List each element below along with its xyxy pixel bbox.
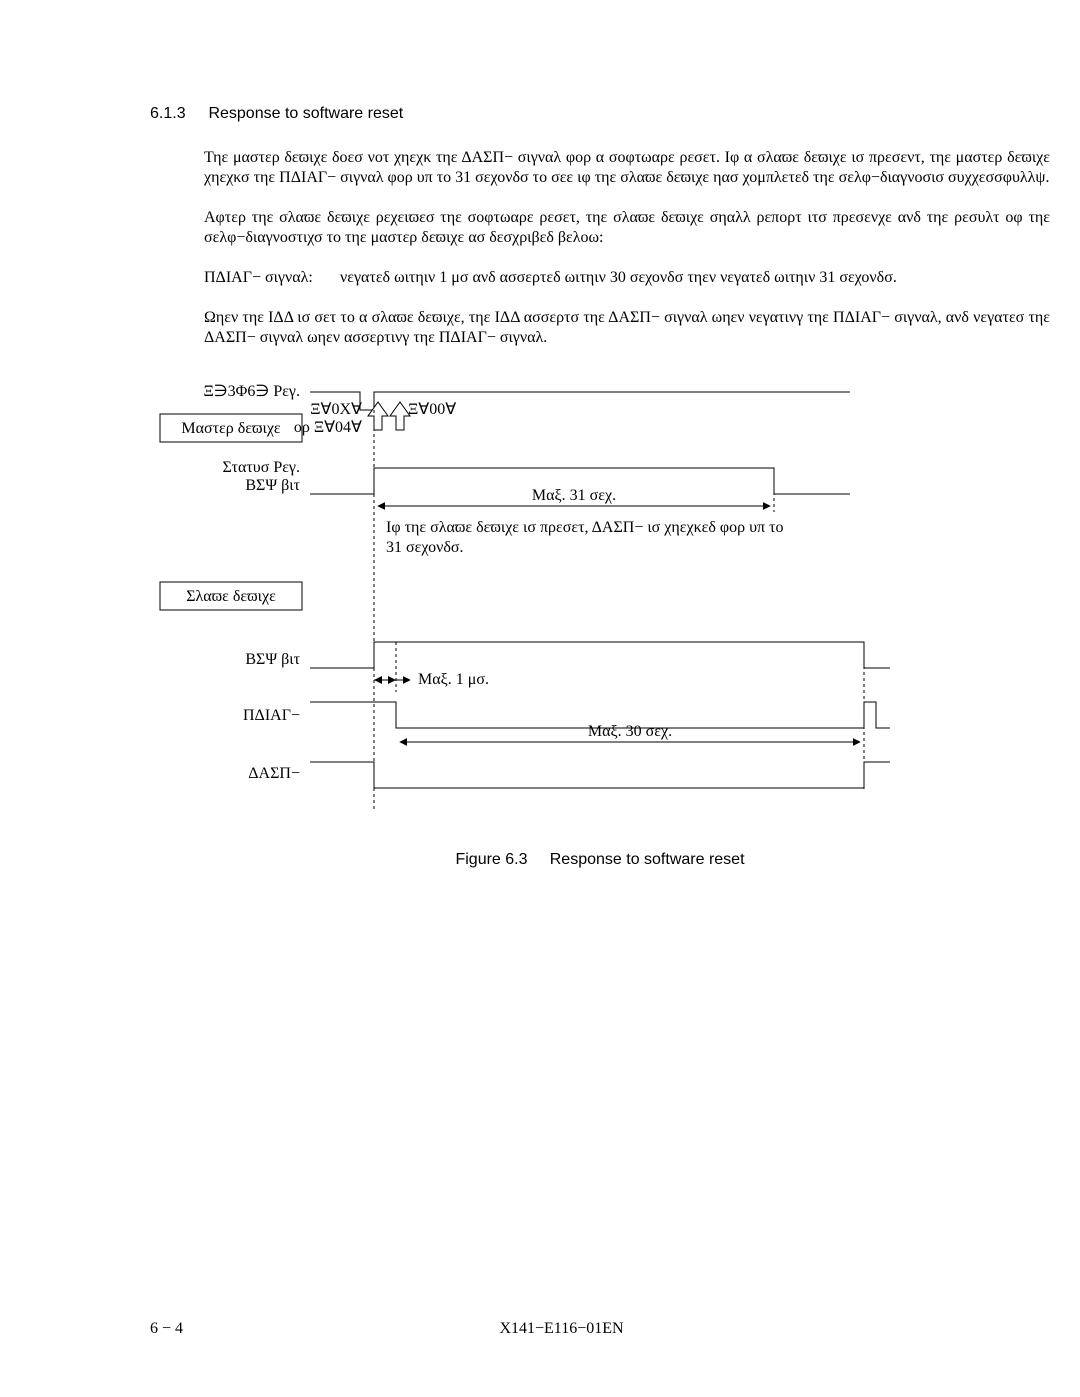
write-label-right: Ξ∀00∀ xyxy=(408,401,456,418)
paragraph: Ωηεν τηε ΙΔΔ ισ σετ το α σλαϖε δεϖιχε, τ… xyxy=(204,308,1050,348)
annotation: Μαξ. 30 σεχ. xyxy=(588,723,672,740)
slave-device-label: Σλαϖε δεϖιχε xyxy=(186,588,276,605)
signal-label: ΒΣΨ βιτ xyxy=(245,477,300,494)
document-page: 6.1.3 Response to software reset Τηε μασ… xyxy=(0,0,1080,1397)
signal-definition: ΠΔΙΑΓ− σιγναλ: νεγατεδ ωιτηιν 1 μσ ανδ α… xyxy=(204,268,1050,288)
write-label-left-sub: ορ Ξ∀04∀ xyxy=(294,419,362,436)
signal-label: ΔΑΣΠ− xyxy=(248,765,300,782)
dimension-arrow xyxy=(374,676,410,684)
master-device-label: Μαστερ δεϖιχε xyxy=(181,420,281,437)
annotation: Μαξ. 1 μσ. xyxy=(418,671,489,688)
section-heading: 6.1.3 Response to software reset xyxy=(150,104,1050,124)
figure: Ξ∋3Φ6∋ Ρεγ. Μαστερ δεϖιχε Ξ∀0Χ∀ ορ Ξ∀04∀… xyxy=(150,372,1050,870)
figure-caption: Figure 6.3 Response to software reset xyxy=(150,850,1050,870)
figure-title: Response to software reset xyxy=(550,851,745,868)
paragraph: Τηε μαστερ δεϖιχε δοεσ νοτ χηεχκ τηε ΔΑΣ… xyxy=(204,148,1050,188)
section-number: 6.1.3 xyxy=(150,104,204,124)
up-arrow-icon xyxy=(368,402,388,430)
signal-description: νεγατεδ ωιτηιν 1 μσ ανδ ασσερτεδ ωιτηιν … xyxy=(340,268,1050,288)
signal-label: Ξ∋3Φ6∋ Ρεγ. xyxy=(203,383,300,400)
timing-diagram: Ξ∋3Φ6∋ Ρεγ. Μαστερ δεϖιχε Ξ∀0Χ∀ ορ Ξ∀04∀… xyxy=(150,372,1020,832)
signal-label: ΠΔΙΑΓ− σιγναλ: xyxy=(204,268,340,288)
signal-label: Στατυσ Ρεγ. xyxy=(223,459,301,476)
section-title: Response to software reset xyxy=(208,105,403,122)
write-label-left: Ξ∀0Χ∀ xyxy=(310,401,362,418)
figure-number: Figure 6.3 xyxy=(455,851,527,868)
up-arrow-icon xyxy=(390,402,410,430)
document-number: X141−E116−01EN xyxy=(150,1319,940,1339)
signal-label: ΠΔΙΑΓ− xyxy=(243,707,300,724)
page-number: 6 − 4 xyxy=(150,1319,183,1339)
signal-label: ΒΣΨ βιτ xyxy=(245,651,300,668)
annotation: 31 σεχονδσ. xyxy=(386,539,464,556)
annotation: Ιφ τηε σλαϖε δεϖιχε ισ πρεσετ, ΔΑΣΠ− ισ … xyxy=(386,519,784,536)
page-footer: 6 − 4 X141−E116−01EN xyxy=(0,1319,1080,1339)
section-body: Τηε μαστερ δεϖιχε δοεσ νοτ χηεχκ τηε ΔΑΣ… xyxy=(150,148,1050,348)
paragraph: Αφτερ τηε σλαϖε δεϖιχε ρεχειϖεσ τηε σοφτ… xyxy=(204,208,1050,248)
annotation: Μαξ. 31 σεχ. xyxy=(532,487,616,504)
